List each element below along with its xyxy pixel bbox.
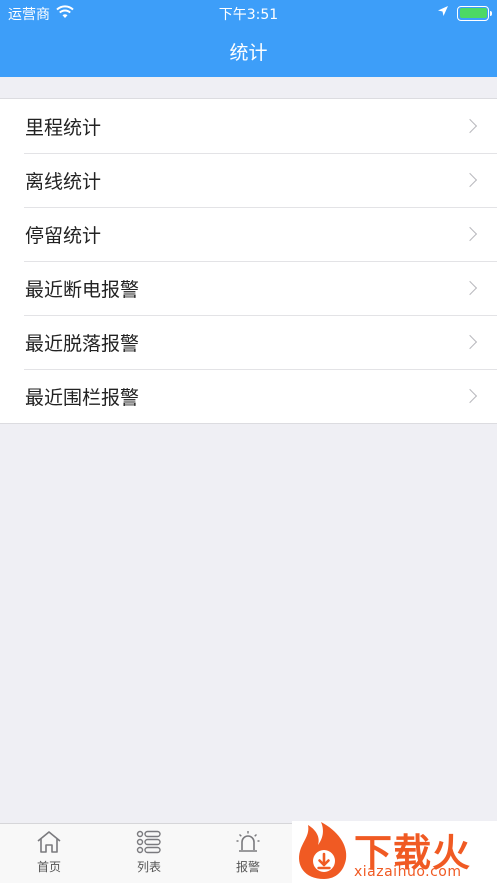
watermark-logo: 下载火 xiazaihuo.com: [292, 821, 497, 883]
menu-item-mileage-stats[interactable]: 里程统计: [0, 99, 497, 153]
tab-label: 报警: [235, 860, 260, 874]
menu-item-label: 最近断电报警: [25, 278, 140, 301]
tab-label: 首页: [36, 860, 61, 874]
chevron-right-icon: [462, 334, 478, 350]
menu-item-fence-alarm[interactable]: 最近围栏报警: [0, 369, 497, 423]
page-title: 统计: [229, 42, 268, 64]
tab-home[interactable]: 首页: [14, 830, 84, 875]
flame-icon: [294, 821, 352, 883]
navigation-bar: 运营商 下午3:51 统计: [0, 0, 497, 77]
home-icon: [14, 830, 84, 854]
tab-list[interactable]: 列表: [114, 830, 184, 875]
status-time: 下午3:51: [218, 7, 279, 23]
list-icon: [114, 830, 184, 854]
chevron-right-icon: [462, 118, 478, 134]
menu-item-label: 离线统计: [25, 170, 102, 193]
tab-alarm[interactable]: 报警: [213, 830, 283, 875]
chevron-right-icon: [462, 226, 478, 242]
chevron-right-icon: [462, 172, 478, 188]
chevron-right-icon: [462, 388, 478, 404]
watermark-domain: xiazaihuo.com: [354, 864, 462, 880]
status-bar: 运营商 下午3:51: [0, 0, 497, 26]
menu-item-detach-alarm[interactable]: 最近脱落报警: [0, 315, 497, 369]
tab-label: 列表: [136, 860, 161, 874]
menu-item-label: 最近围栏报警: [25, 386, 140, 409]
menu-item-offline-stats[interactable]: 离线统计: [0, 153, 497, 207]
menu-item-label: 停留统计: [25, 224, 102, 247]
menu-item-stop-stats[interactable]: 停留统计: [0, 207, 497, 261]
statistics-menu: 里程统计 离线统计 停留统计 最近断电报警 最近脱落报警 最近围栏报警: [0, 98, 497, 424]
chevron-right-icon: [462, 280, 478, 296]
alarm-icon: [213, 830, 283, 854]
menu-item-power-off-alarm[interactable]: 最近断电报警: [0, 261, 497, 315]
location-arrow-icon: [437, 5, 449, 21]
battery-icon: [457, 5, 492, 21]
menu-item-label: 最近脱落报警: [25, 332, 140, 355]
menu-item-label: 里程统计: [25, 116, 102, 139]
